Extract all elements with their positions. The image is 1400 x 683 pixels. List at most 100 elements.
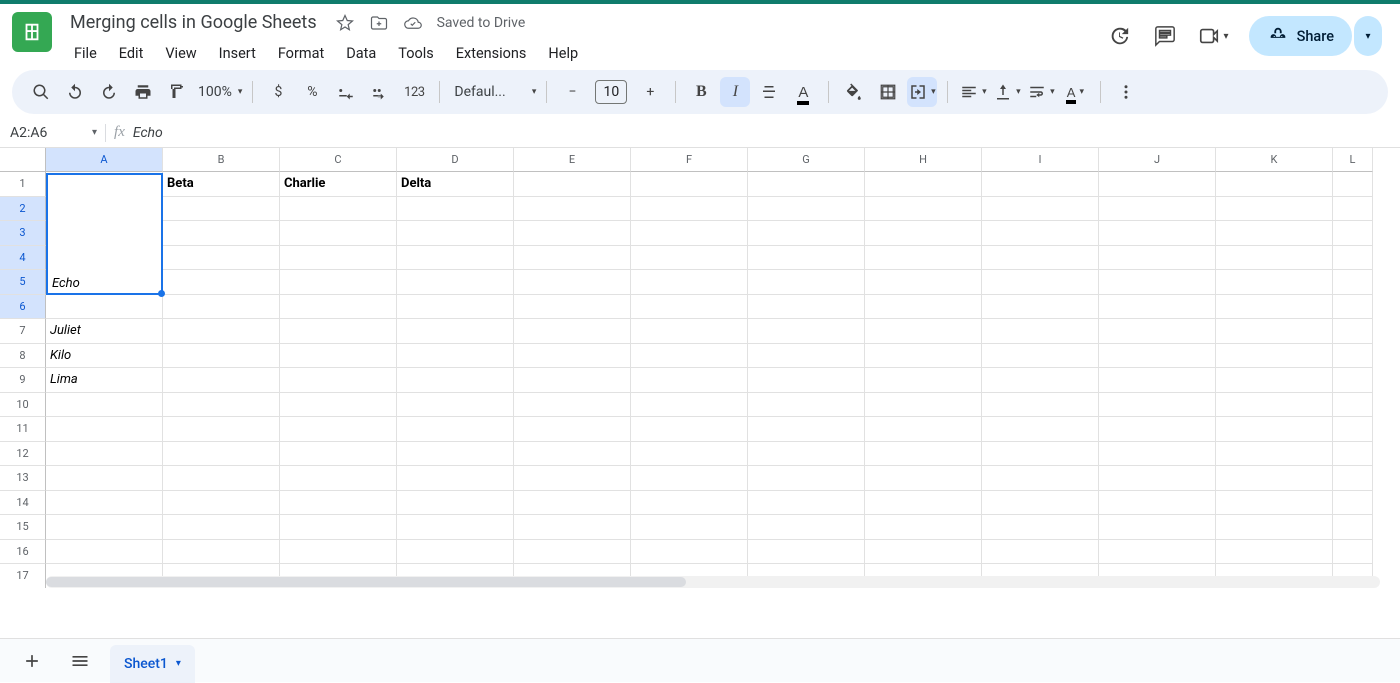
row-header-1[interactable]: 1: [0, 172, 46, 197]
row-header-16[interactable]: 16: [0, 540, 46, 565]
row-header-2[interactable]: 2: [0, 197, 46, 222]
history-icon[interactable]: [1106, 23, 1132, 49]
bold-button[interactable]: B: [686, 77, 716, 107]
share-dropdown[interactable]: ▾: [1354, 16, 1382, 56]
menu-edit[interactable]: Edit: [109, 41, 154, 66]
select-all-corner[interactable]: [0, 148, 46, 172]
col-header-H[interactable]: H: [865, 148, 982, 172]
cell-L1[interactable]: [1333, 172, 1373, 197]
search-icon[interactable]: [26, 77, 56, 107]
cell-G1[interactable]: [748, 172, 865, 197]
star-icon[interactable]: [335, 13, 355, 33]
selection-handle[interactable]: [158, 290, 165, 297]
move-icon[interactable]: [369, 13, 389, 33]
horizontal-align-button[interactable]: [958, 77, 988, 107]
row-header-8[interactable]: 8: [0, 344, 46, 369]
col-header-G[interactable]: G: [748, 148, 865, 172]
cloud-saved-icon[interactable]: [403, 13, 423, 33]
zoom-dropdown[interactable]: 100%: [196, 77, 242, 107]
cell-A9[interactable]: Lima: [46, 368, 163, 393]
menu-file[interactable]: File: [64, 41, 107, 66]
col-header-D[interactable]: D: [397, 148, 514, 172]
text-rotation-button[interactable]: A: [1060, 77, 1090, 107]
row-header-4[interactable]: 4: [0, 246, 46, 271]
col-header-B[interactable]: B: [163, 148, 280, 172]
col-header-I[interactable]: I: [982, 148, 1099, 172]
row-header-9[interactable]: 9: [0, 368, 46, 393]
formula-bar[interactable]: Echo: [133, 125, 163, 141]
increase-decimal-icon[interactable]: [365, 77, 395, 107]
row-header-7[interactable]: 7: [0, 319, 46, 344]
chevron-down-icon[interactable]: ▾: [176, 658, 181, 669]
cell-F1[interactable]: [631, 172, 748, 197]
font-dropdown[interactable]: Defaul...: [450, 77, 536, 107]
cell-D1[interactable]: Delta: [397, 172, 514, 197]
row-header-3[interactable]: 3: [0, 221, 46, 246]
document-title[interactable]: Merging cells in Google Sheets: [64, 10, 323, 35]
meet-button[interactable]: ▾: [1198, 25, 1229, 47]
cell-A8[interactable]: Kilo: [46, 344, 163, 369]
cell-K1[interactable]: [1216, 172, 1333, 197]
format-123-icon[interactable]: 123: [399, 77, 429, 107]
menu-view[interactable]: View: [155, 41, 206, 66]
col-header-L[interactable]: L: [1333, 148, 1373, 172]
row-header-6[interactable]: 6: [0, 295, 46, 320]
col-header-C[interactable]: C: [280, 148, 397, 172]
horizontal-scrollbar[interactable]: [46, 576, 1380, 588]
share-button[interactable]: Share: [1249, 16, 1352, 56]
strikethrough-button[interactable]: [754, 77, 784, 107]
text-color-button[interactable]: A: [788, 77, 818, 107]
comments-icon[interactable]: [1152, 23, 1178, 49]
row-header-17[interactable]: 17: [0, 564, 46, 588]
sheets-logo[interactable]: [12, 12, 52, 52]
cell-A7[interactable]: Juliet: [46, 319, 163, 344]
col-header-E[interactable]: E: [514, 148, 631, 172]
name-box-dropdown[interactable]: ▾: [92, 127, 97, 138]
sheet-tab-1[interactable]: Sheet1 ▾: [110, 645, 195, 683]
decrease-font-icon[interactable]: −: [557, 77, 587, 107]
cell-B1[interactable]: Beta: [163, 172, 280, 197]
vertical-align-button[interactable]: [992, 77, 1022, 107]
row-header-15[interactable]: 15: [0, 515, 46, 540]
cell-J1[interactable]: [1099, 172, 1216, 197]
text-wrap-button[interactable]: [1026, 77, 1056, 107]
redo-icon[interactable]: [94, 77, 124, 107]
cell-C1[interactable]: Charlie: [280, 172, 397, 197]
borders-button[interactable]: [873, 77, 903, 107]
undo-icon[interactable]: [60, 77, 90, 107]
cell-I1[interactable]: [982, 172, 1099, 197]
all-sheets-button[interactable]: [62, 643, 98, 679]
fill-color-button[interactable]: [839, 77, 869, 107]
row-header-10[interactable]: 10: [0, 393, 46, 418]
col-header-J[interactable]: J: [1099, 148, 1216, 172]
decrease-decimal-icon[interactable]: [331, 77, 361, 107]
merged-cell-A2-A6[interactable]: Echo: [46, 173, 163, 296]
col-header-A[interactable]: A: [46, 148, 163, 172]
menu-help[interactable]: Help: [538, 41, 588, 66]
merge-cells-button[interactable]: [907, 77, 937, 107]
menu-data[interactable]: Data: [336, 41, 386, 66]
increase-font-icon[interactable]: +: [635, 77, 665, 107]
menu-tools[interactable]: Tools: [388, 41, 444, 66]
add-sheet-button[interactable]: [14, 643, 50, 679]
font-size-input[interactable]: 10: [595, 80, 627, 104]
cell-H1[interactable]: [865, 172, 982, 197]
row-header-11[interactable]: 11: [0, 417, 46, 442]
row-header-12[interactable]: 12: [0, 442, 46, 467]
paint-format-icon[interactable]: [162, 77, 192, 107]
print-icon[interactable]: [128, 77, 158, 107]
currency-icon[interactable]: $: [263, 77, 293, 107]
more-icon[interactable]: [1111, 77, 1141, 107]
italic-button[interactable]: I: [720, 77, 750, 107]
row-header-14[interactable]: 14: [0, 491, 46, 516]
row-header-13[interactable]: 13: [0, 466, 46, 491]
spreadsheet-grid[interactable]: A B C D E F G H I J K L 1 Alpha Beta Cha…: [0, 148, 1400, 588]
cell-E1[interactable]: [514, 172, 631, 197]
row-header-5[interactable]: 5: [0, 270, 46, 295]
percent-icon[interactable]: %: [297, 77, 327, 107]
col-header-F[interactable]: F: [631, 148, 748, 172]
menu-format[interactable]: Format: [268, 41, 334, 66]
col-header-K[interactable]: K: [1216, 148, 1333, 172]
menu-insert[interactable]: Insert: [209, 41, 266, 66]
menu-extensions[interactable]: Extensions: [446, 41, 537, 66]
